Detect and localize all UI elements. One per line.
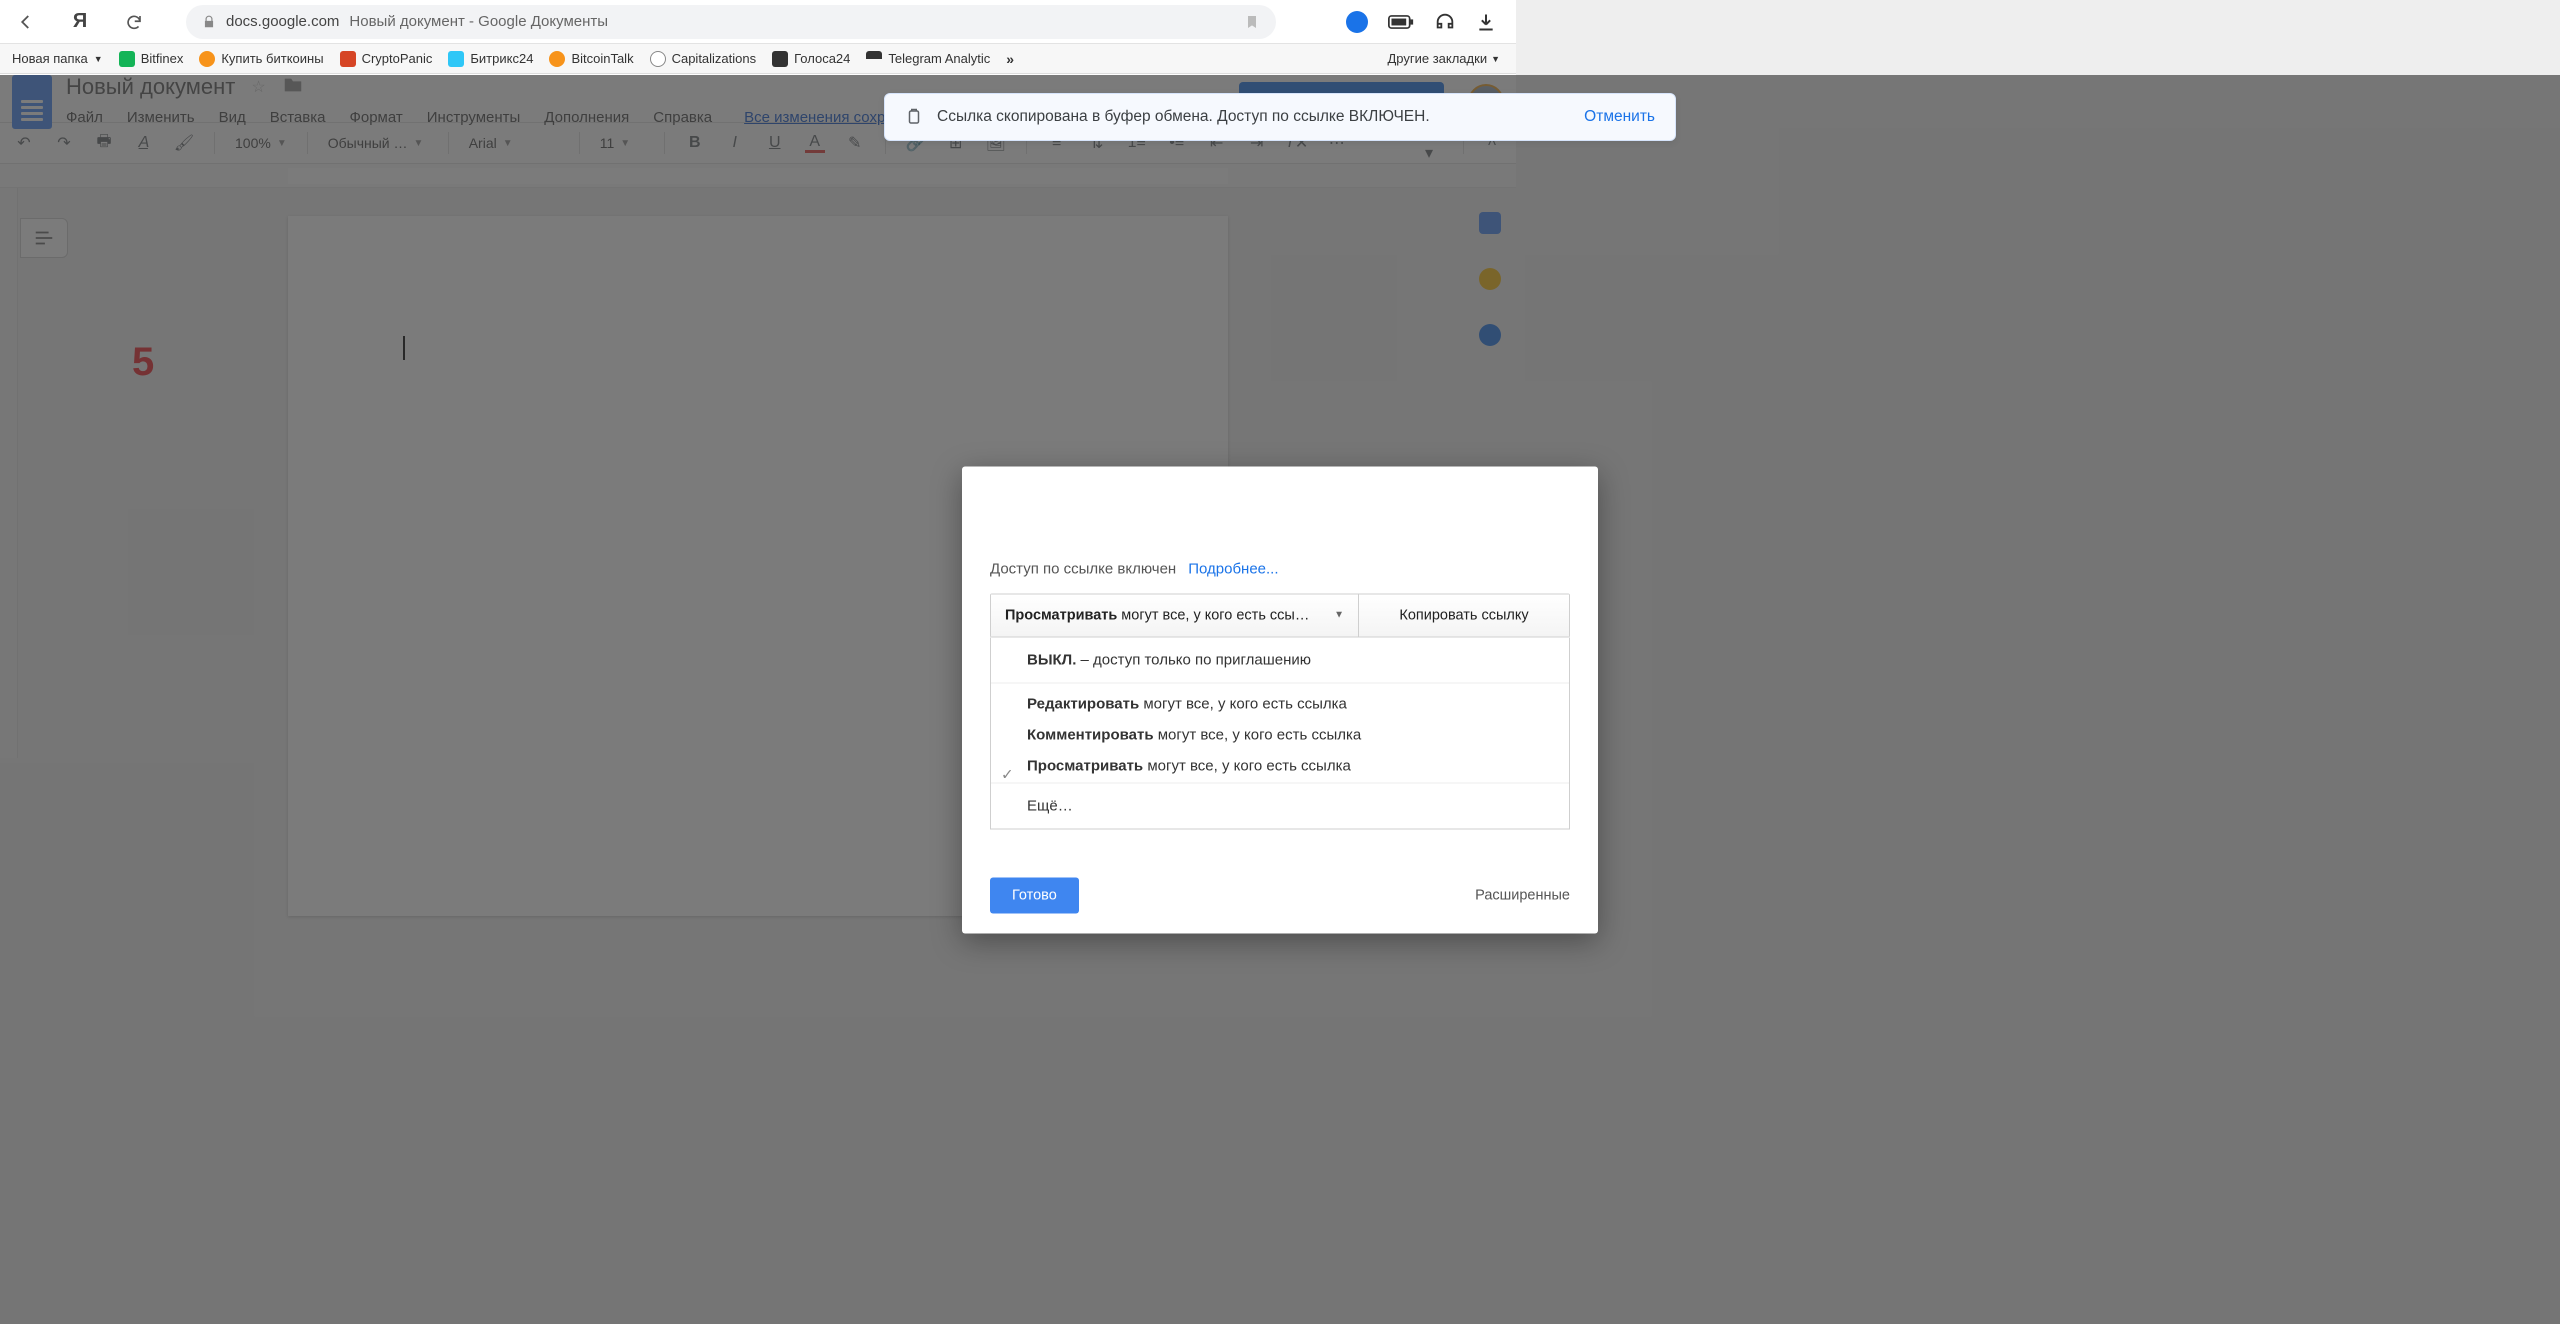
bookmark-folder[interactable]: Новая папка▼ <box>12 51 103 66</box>
download-icon[interactable] <box>1476 12 1496 32</box>
share-dialog: Доступ по ссылке включен Подробнее... Пр… <box>962 466 1598 933</box>
bookmark-item[interactable]: BitcoinTalk <box>549 51 633 67</box>
bookmark-item[interactable]: Голоса24 <box>772 51 850 67</box>
permission-option-edit[interactable]: Редактировать могут все, у кого есть ссы… <box>991 683 1569 720</box>
permission-option-more[interactable]: Ещё… <box>991 782 1569 828</box>
address-bar[interactable]: docs.google.com Новый документ - Google … <box>186 5 1276 39</box>
url-title: Новый документ - Google Документы <box>349 13 608 30</box>
permission-option-off[interactable]: ВЫКЛ. – доступ только по приглашению <box>991 637 1569 682</box>
bookmark-item[interactable]: Битрикс24 <box>448 51 533 67</box>
browser-address-bar: Я docs.google.com Новый документ - Googl… <box>0 0 1516 44</box>
access-status-label: Доступ по ссылке включен <box>990 560 1176 577</box>
done-button[interactable]: Готово <box>990 877 1079 913</box>
headphones-icon[interactable] <box>1434 11 1456 33</box>
bookmark-item[interactable]: Telegram Analytic <box>866 51 990 67</box>
modal-overlay: Ссылка скопирована в буфер обмена. Досту… <box>0 75 2560 1324</box>
bookmark-item[interactable]: Купить биткоины <box>199 51 323 67</box>
url-domain: docs.google.com <box>226 13 339 30</box>
download-arrow-icon[interactable] <box>1306 12 1326 32</box>
toast-cancel-button[interactable]: Отменить <box>1584 108 1655 126</box>
lock-icon <box>202 15 216 29</box>
toast-text: Ссылка скопирована в буфер обмена. Досту… <box>937 108 1430 126</box>
chevron-down-icon: ▼ <box>1334 610 1344 621</box>
battery-icon <box>1388 13 1414 31</box>
learn-more-link[interactable]: Подробнее... <box>1188 560 1278 577</box>
link-copied-toast: Ссылка скопирована в буфер обмена. Досту… <box>884 93 1676 141</box>
bookmarks-bar: Новая папка▼ Bitfinex Купить биткоины Cr… <box>0 44 1516 74</box>
bookmark-icon[interactable] <box>1244 14 1260 30</box>
bookmark-item[interactable]: CryptoPanic <box>340 51 433 67</box>
ext-blue-icon[interactable] <box>1346 11 1368 33</box>
bookmark-item[interactable]: Capitalizations <box>650 51 757 67</box>
copy-link-button[interactable]: Копировать ссылку <box>1359 594 1569 636</box>
other-bookmarks[interactable]: Другие закладки▼ <box>1387 51 1500 66</box>
permission-options-list: ВЫКЛ. – доступ только по приглашению Ред… <box>990 637 1570 829</box>
check-icon: ✓ <box>1001 765 1014 783</box>
browser-logo-icon[interactable]: Я <box>68 10 92 34</box>
extension-icons <box>1306 11 1502 33</box>
permission-option-comment[interactable]: Комментировать могут все, у кого есть сс… <box>991 720 1569 751</box>
permission-dropdown[interactable]: Просматривать могут все, у кого есть ссы… <box>991 594 1359 636</box>
bookmarks-overflow-icon[interactable]: » <box>1006 51 1014 67</box>
clipboard-icon <box>905 107 923 127</box>
bookmark-item[interactable]: Bitfinex <box>119 51 184 67</box>
nav-reload-icon[interactable] <box>122 10 146 34</box>
nav-back-icon[interactable] <box>14 10 38 34</box>
advanced-link[interactable]: Расширенные <box>1475 887 1570 903</box>
permission-option-view[interactable]: ✓ Просматривать могут все, у кого есть с… <box>991 751 1569 782</box>
